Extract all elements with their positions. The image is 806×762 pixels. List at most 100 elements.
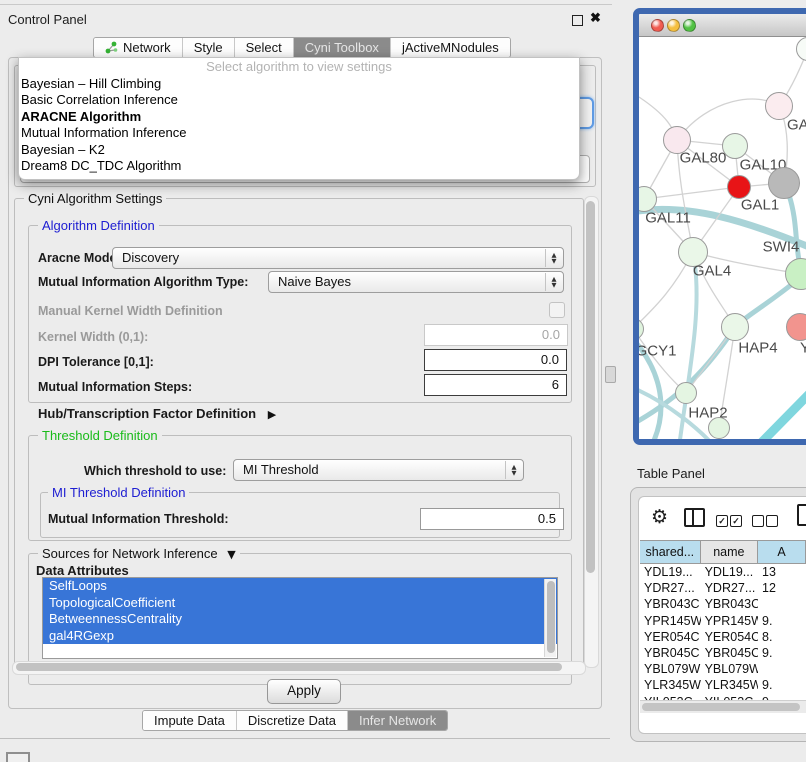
aracne-mode-value: Discovery xyxy=(122,250,179,265)
node-label-gal11: GAL11 xyxy=(645,210,691,227)
select-all-checkboxes-icon[interactable]: ✓✓ xyxy=(716,512,742,530)
window-close-icon[interactable] xyxy=(651,19,664,32)
table-row[interactable]: YLR345WYLR345W9. xyxy=(640,677,806,693)
network-window-titlebar[interactable] xyxy=(639,14,806,37)
aracne-mode-select[interactable]: Discovery ▲▼ xyxy=(112,247,564,269)
table-row[interactable]: YDR27...YDR27...12 xyxy=(640,580,806,596)
docked-panel-icon[interactable] xyxy=(6,752,30,762)
table-cell: YPR145W xyxy=(701,613,758,629)
network-node-gal1[interactable] xyxy=(727,175,751,199)
table-panel-title: Table Panel xyxy=(637,466,705,481)
data-attributes-list[interactable]: SelfLoopsTopologicalCoefficientBetweenne… xyxy=(42,577,558,659)
table-row[interactable]: YER054CYER054C8. xyxy=(640,629,806,645)
network-node[interactable] xyxy=(708,417,730,439)
algorithm-definition-legend: Algorithm Definition xyxy=(38,218,159,233)
data-attributes-label: Data Attributes xyxy=(36,563,129,578)
node-label-gal: GAL xyxy=(787,117,806,134)
network-node-hap4[interactable] xyxy=(721,313,749,341)
settings-gear-icon[interactable]: ⚙ xyxy=(651,506,668,528)
bottom-tab-impute-data[interactable]: Impute Data xyxy=(143,711,236,730)
table-cell: 9. xyxy=(758,613,806,629)
node-label-swi4: SWI4 xyxy=(763,239,800,256)
node-label-gal80: GAL80 xyxy=(680,150,727,167)
table-cell: YDL19... xyxy=(640,564,701,580)
table-column-header[interactable]: shared... xyxy=(640,541,701,563)
tab-jactivemnodules[interactable]: jActiveMNodules xyxy=(390,38,510,57)
table-cell: 13 xyxy=(758,564,806,580)
panel-splitter-handle[interactable] xyxy=(605,366,616,383)
dpi-tolerance-input[interactable]: 0.0 xyxy=(424,349,567,371)
sources-legend[interactable]: Sources for Network Inference ▼ xyxy=(38,546,240,561)
table-column-header[interactable]: A xyxy=(758,541,806,563)
node-attribute-table[interactable]: shared...nameAYDL19...YDL19...13YDR27...… xyxy=(640,540,806,703)
export-table-icon[interactable] xyxy=(797,504,806,526)
algorithm-option[interactable]: Bayesian – Hill Climbing xyxy=(19,76,579,92)
table-row[interactable]: YDL19...YDL19...13 xyxy=(640,564,806,580)
float-panel-icon[interactable] xyxy=(572,15,583,26)
table-row[interactable]: YBL079WYBL079W xyxy=(640,661,806,677)
list-scrollbar[interactable] xyxy=(544,579,556,657)
which-threshold-select[interactable]: MI Threshold ▲▼ xyxy=(233,459,524,481)
table-cell: YPR145W xyxy=(640,613,701,629)
tab-label: Cyni Toolbox xyxy=(305,40,379,55)
window-zoom-icon[interactable] xyxy=(683,19,696,32)
bottom-tab-infer-network[interactable]: Infer Network xyxy=(347,711,447,730)
algorithm-option[interactable]: ARACNE Algorithm xyxy=(19,109,579,125)
table-cell: YLR345W xyxy=(640,677,701,693)
network-node[interactable] xyxy=(768,167,800,199)
apply-button[interactable]: Apply xyxy=(267,679,341,704)
tab-style[interactable]: Style xyxy=(182,38,234,57)
column-layout-icon[interactable] xyxy=(684,508,705,527)
network-node-y[interactable] xyxy=(786,313,806,341)
kernel-width-input: 0.0 xyxy=(424,324,568,346)
tab-network[interactable]: Network xyxy=(94,38,182,57)
manual-kernel-checkbox[interactable] xyxy=(549,302,565,318)
table-cell: YDR27... xyxy=(640,580,701,596)
data-attribute-item[interactable]: BetweennessCentrality xyxy=(43,611,557,628)
table-horizontal-scrollbar[interactable] xyxy=(640,700,806,713)
tab-label: Network xyxy=(123,40,171,55)
close-panel-icon[interactable]: ✖ xyxy=(590,10,601,26)
table-cell: 9. xyxy=(758,677,806,693)
network-node-gal10[interactable] xyxy=(722,133,748,159)
settings-horizontal-scrollbar-thumb[interactable] xyxy=(16,663,562,671)
algorithm-option[interactable]: Dream8 DC_TDC Algorithm xyxy=(19,158,579,174)
table-column-header[interactable]: name xyxy=(701,541,758,563)
algorithm-option[interactable]: Bayesian – K2 xyxy=(19,142,579,158)
mi-threshold-input[interactable]: 0.5 xyxy=(420,508,564,530)
hub-definition-toggle[interactable]: Hub/Transcription Factor Definition ▶ xyxy=(38,406,276,421)
mi-type-label: Mutual Information Algorithm Type: xyxy=(38,275,248,289)
table-row[interactable]: YBR043CYBR043C xyxy=(640,596,806,612)
tab-cyni-toolbox[interactable]: Cyni Toolbox xyxy=(293,38,390,57)
table-row[interactable]: YBR045CYBR045C9. xyxy=(640,645,806,661)
data-attribute-item[interactable]: SelfLoops xyxy=(43,578,557,595)
control-panel-window: Control Panel ✖ NetworkStyleSelectCyni T… xyxy=(0,5,610,739)
data-attribute-item[interactable]: TopologicalCoefficient xyxy=(43,595,557,612)
tab-select[interactable]: Select xyxy=(234,38,293,57)
network-canvas[interactable]: GALGAL80GAL10GAL1GAL11SWI4GAL4GCY1HAP4YH… xyxy=(639,37,806,439)
which-threshold-value: MI Threshold xyxy=(243,462,319,477)
dpi-tolerance-label: DPI Tolerance [0,1]: xyxy=(38,355,154,369)
deselect-checkboxes-icon[interactable] xyxy=(752,512,778,530)
data-attribute-item[interactable]: gal4RGexp xyxy=(43,628,557,645)
mi-steps-input[interactable]: 6 xyxy=(424,374,567,396)
expanded-arrow-icon: ▼ xyxy=(227,548,235,561)
network-node-hap2[interactable] xyxy=(675,382,697,404)
table-cell: YBR043C xyxy=(701,596,758,612)
table-cell: YDR27... xyxy=(701,580,758,596)
table-cell: YBR045C xyxy=(640,645,701,661)
node-label-gal1: GAL1 xyxy=(741,197,779,214)
table-cell xyxy=(758,661,806,677)
algorithm-option[interactable]: Basic Correlation Inference xyxy=(19,92,579,108)
window-minimize-icon[interactable] xyxy=(667,19,680,32)
settings-vertical-scrollbar-thumb[interactable] xyxy=(586,201,595,573)
algorithm-option[interactable]: Mutual Information Inference xyxy=(19,125,579,141)
tab-label: Impute Data xyxy=(154,713,225,728)
table-row[interactable]: YPR145WYPR145W9. xyxy=(640,613,806,629)
bottom-tab-discretize-data[interactable]: Discretize Data xyxy=(236,711,347,730)
tab-label: Infer Network xyxy=(359,713,436,728)
cyni-settings-legend: Cyni Algorithm Settings xyxy=(24,191,166,206)
mi-type-select[interactable]: Naive Bayes ▲▼ xyxy=(268,271,564,293)
tab-label: jActiveMNodules xyxy=(402,40,499,55)
hub-definition-label: Hub/Transcription Factor Definition xyxy=(38,406,256,421)
